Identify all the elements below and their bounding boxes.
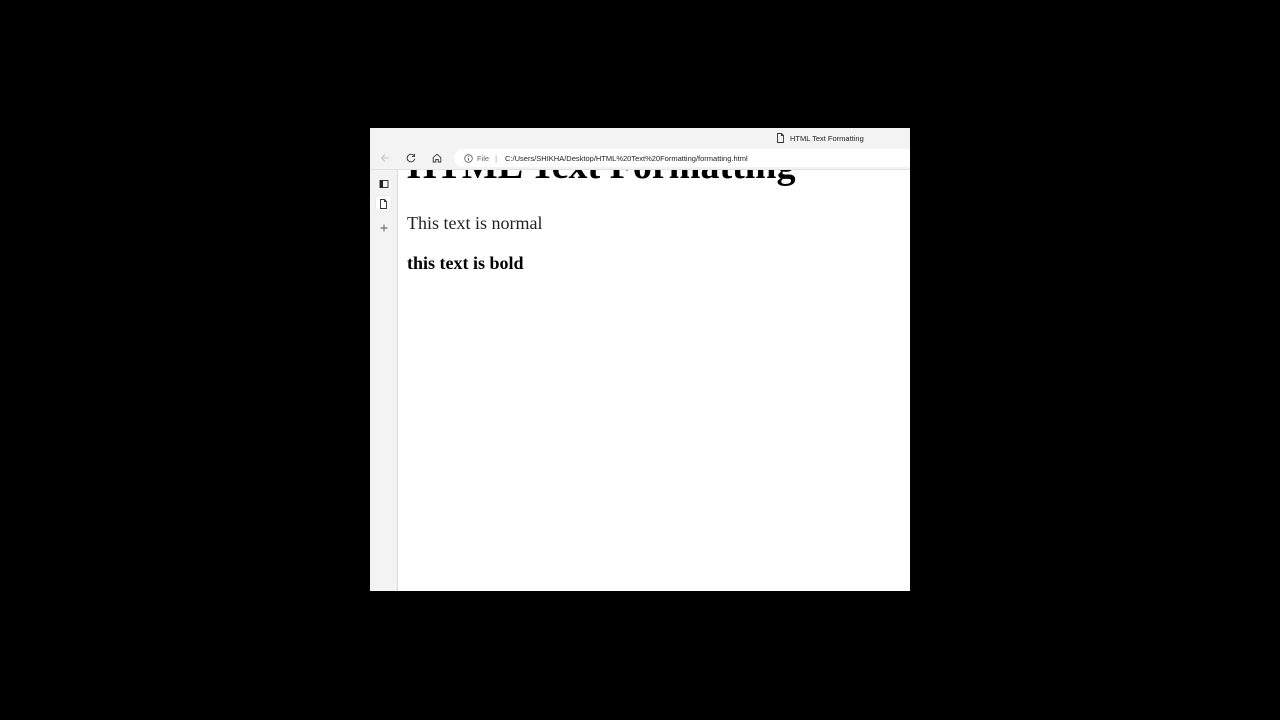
tab-title: HTML Text Formatting <box>790 133 864 143</box>
home-button[interactable] <box>430 151 444 165</box>
page-icon <box>380 198 387 209</box>
home-icon <box>432 153 442 163</box>
normal-text: This text is normal <box>407 213 543 233</box>
page-heading: HTML Text Formatting <box>407 170 795 188</box>
browser-window: HTML Text Formatting File | C:/Users/SHI… <box>370 128 910 591</box>
tab-html-text-formatting[interactable]: HTML Text Formatting <box>776 131 864 145</box>
vertical-sidebar <box>370 170 398 591</box>
page-icon <box>777 133 784 143</box>
page-content: HTML Text Formatting This text is normal… <box>398 170 910 591</box>
plus-icon <box>380 224 387 231</box>
bold-text: this text is bold <box>407 253 524 273</box>
site-info-button[interactable]: File <box>464 154 489 163</box>
url-text[interactable]: C:/Users/SHIKHA/Desktop/HTML%20Text%20Fo… <box>505 154 748 163</box>
file-label: File <box>477 153 490 163</box>
address-bar[interactable]: File | C:/Users/SHIKHA/Desktop/HTML%20Te… <box>454 149 910 167</box>
info-icon <box>464 153 473 163</box>
reload-icon <box>406 153 416 163</box>
sidebar-tab-page[interactable] <box>376 196 391 211</box>
address-separator: | <box>495 153 498 163</box>
arrow-left-icon <box>380 154 389 162</box>
tab-strip: HTML Text Formatting <box>370 128 910 147</box>
tab-actions-icon <box>379 179 388 188</box>
back-button[interactable] <box>378 151 392 165</box>
tab-actions-button[interactable] <box>376 176 391 191</box>
toolbar: File | C:/Users/SHIKHA/Desktop/HTML%20Te… <box>370 147 910 170</box>
reload-button[interactable] <box>404 151 418 165</box>
new-tab-button[interactable] <box>376 220 391 235</box>
